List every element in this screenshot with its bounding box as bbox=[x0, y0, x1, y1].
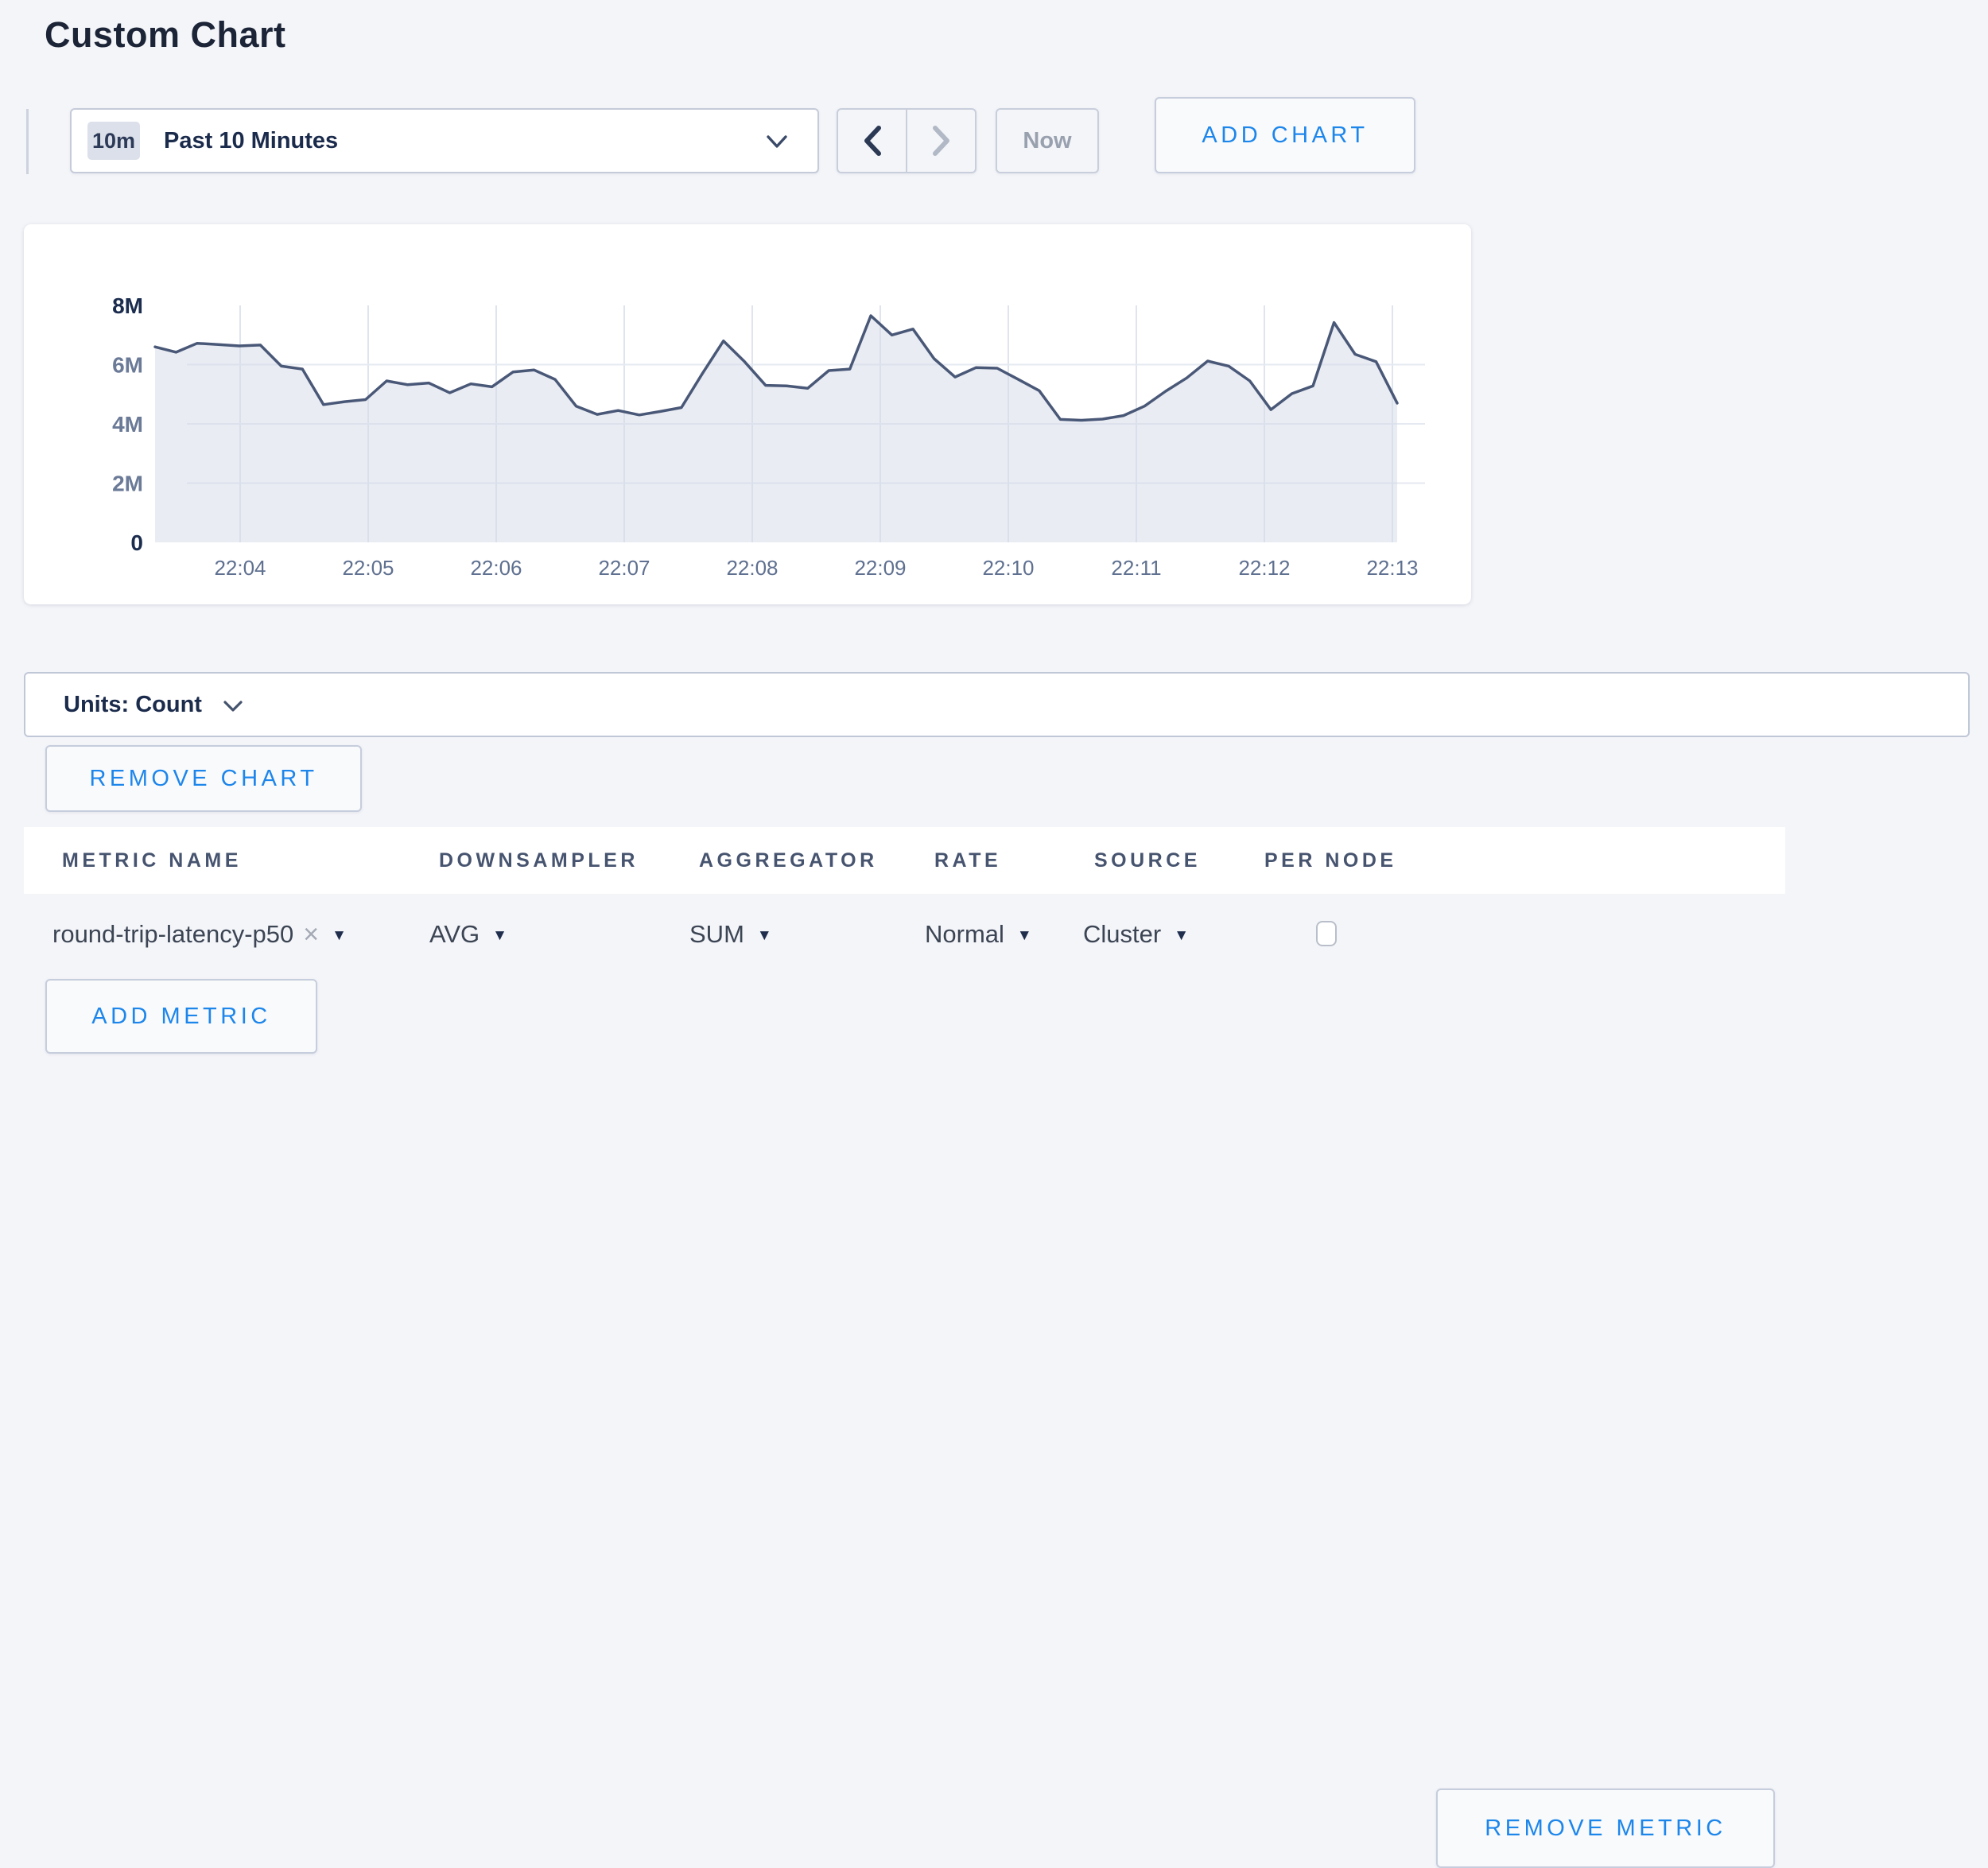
clear-icon[interactable]: × bbox=[303, 919, 319, 950]
now-button[interactable]: Now bbox=[996, 108, 1099, 173]
chart-y-tick-label: 8M bbox=[112, 293, 143, 318]
remove-metric-button[interactable]: REMOVE METRIC bbox=[1436, 1788, 1775, 1868]
units-dropdown[interactable]: Units: Count bbox=[24, 672, 1970, 737]
chart-y-tick-label: 2M bbox=[112, 472, 143, 496]
col-header-aggregator: AGGREGATOR bbox=[699, 827, 878, 894]
chart-x-tick-label: 22:04 bbox=[214, 556, 266, 580]
add-metric-button[interactable]: ADD METRIC bbox=[45, 979, 317, 1054]
caret-down-icon: ▼ bbox=[1174, 927, 1189, 945]
caret-down-icon: ▼ bbox=[332, 927, 347, 945]
caret-down-icon: ▼ bbox=[1017, 927, 1032, 945]
chevron-left-icon bbox=[862, 125, 883, 157]
rate-select[interactable]: Normal ▼ bbox=[925, 894, 1032, 975]
col-header-rate: RATE bbox=[934, 827, 1001, 894]
metric-chart: 0 2M 4M 6M 8M 22:04 22:05 22:06 22:07 22:08 22:09 2… bbox=[24, 224, 1471, 604]
source-select[interactable]: Cluster ▼ bbox=[1083, 894, 1189, 975]
units-label: Units: Count bbox=[64, 692, 202, 718]
time-range-label: Past 10 Minutes bbox=[164, 128, 338, 154]
downsampler-value: AVG bbox=[429, 920, 480, 949]
per-node-checkbox[interactable] bbox=[1316, 921, 1337, 946]
time-range-dropdown[interactable]: 10m Past 10 Minutes bbox=[70, 108, 819, 173]
chart-area-fill bbox=[155, 316, 1397, 542]
chart-y-tick-label: 0 bbox=[130, 530, 143, 555]
time-range-badge: 10m bbox=[87, 122, 140, 160]
chevron-down-icon bbox=[765, 133, 789, 150]
chart-card: 0 2M 4M 6M 8M 22:04 22:05 22:06 22:07 22:08 22:09 2… bbox=[24, 224, 1471, 604]
custom-chart-page: Custom Chart 10m Past 10 Minutes Now ADD… bbox=[0, 0, 1988, 1078]
caret-down-icon: ▼ bbox=[492, 927, 507, 945]
chart-x-tick-label: 22:08 bbox=[726, 556, 778, 580]
aggregator-select[interactable]: SUM ▼ bbox=[689, 894, 772, 975]
time-next-button[interactable] bbox=[907, 110, 975, 172]
chart-x-tick-label: 22:12 bbox=[1238, 556, 1290, 580]
col-header-per-node: PER NODE bbox=[1264, 827, 1397, 894]
metric-table-row: round-trip-latency-p50 × ▼ AVG ▼ SUM ▼ N… bbox=[0, 894, 1988, 975]
metrics-table-header: METRIC NAME DOWNSAMPLER AGGREGATOR RATE … bbox=[24, 827, 1785, 894]
chart-x-tick-label: 22:10 bbox=[982, 556, 1034, 580]
col-header-source: SOURCE bbox=[1094, 827, 1201, 894]
aggregator-value: SUM bbox=[689, 920, 744, 949]
source-value: Cluster bbox=[1083, 920, 1161, 949]
col-header-downsampler: DOWNSAMPLER bbox=[439, 827, 639, 894]
toolbar-divider bbox=[26, 109, 29, 174]
chart-x-tick-label: 22:07 bbox=[598, 556, 650, 580]
remove-chart-button[interactable]: REMOVE CHART bbox=[45, 745, 362, 812]
chevron-down-icon bbox=[223, 699, 243, 713]
downsampler-select[interactable]: AVG ▼ bbox=[429, 894, 507, 975]
metric-name-value: round-trip-latency-p50 bbox=[52, 920, 293, 949]
chart-x-tick-label: 22:11 bbox=[1111, 556, 1161, 580]
rate-value: Normal bbox=[925, 920, 1004, 949]
chart-y-tick-label: 4M bbox=[112, 412, 143, 437]
chart-y-tick-label: 6M bbox=[112, 353, 143, 378]
time-prev-button[interactable] bbox=[838, 110, 907, 172]
chart-x-tick-label: 22:09 bbox=[854, 556, 906, 580]
add-chart-button[interactable]: ADD CHART bbox=[1155, 97, 1415, 173]
page-title: Custom Chart bbox=[45, 14, 286, 56]
chart-x-tick-label: 22:13 bbox=[1366, 556, 1418, 580]
chevron-right-icon bbox=[931, 125, 952, 157]
chart-x-tick-label: 22:05 bbox=[342, 556, 394, 580]
caret-down-icon: ▼ bbox=[757, 927, 772, 945]
metric-name-select[interactable]: round-trip-latency-p50 × ▼ bbox=[52, 894, 347, 975]
time-nav-group bbox=[837, 108, 977, 173]
col-header-metric-name: METRIC NAME bbox=[62, 827, 242, 894]
chart-x-tick-label: 22:06 bbox=[470, 556, 522, 580]
